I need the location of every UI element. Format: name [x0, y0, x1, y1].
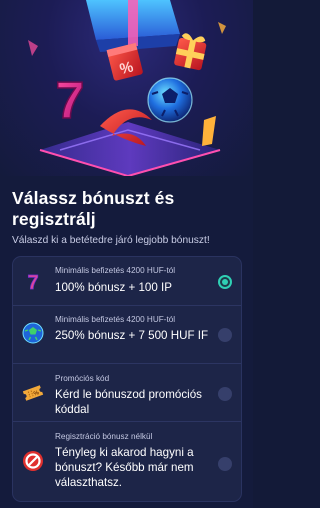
bonus-option-promo-code[interactable]: % Promóciós kód Kérd le bónuszod promóci…: [13, 364, 241, 422]
hero-illustration: % 7: [28, 0, 226, 176]
svg-text:7: 7: [56, 72, 85, 130]
radio-button-selected[interactable]: [218, 275, 232, 289]
platform-shape: [39, 122, 221, 176]
bonus-option-100-percent[interactable]: 7 Minimális befizetés 4200 HUF-tól 100% …: [13, 257, 241, 306]
option-requirement: Regisztráció bónusz nélkül: [55, 432, 153, 441]
option-label: Tényleg ki akarod hagyni a bónuszt? Késő…: [55, 446, 194, 489]
soccer-ball-icon: [147, 77, 193, 123]
seven-icon: 7: [55, 71, 85, 131]
bonus-selection-page: % 7 Válassz bónuszt és regisztrálj Válas…: [0, 0, 253, 508]
option-requirement: Minimális befizetés 4200 HUF-tól: [55, 315, 176, 324]
option-requirement: Minimális befizetés 4200 HUF-tól: [55, 266, 176, 275]
hero-banner: % 7: [0, 0, 253, 176]
soccer-ball-icon: [22, 322, 44, 344]
option-label: Kérd le bónuszod promóciós kóddal: [55, 388, 202, 416]
bonus-options-list: 7 Minimális befizetés 4200 HUF-tól 100% …: [12, 256, 242, 502]
option-label: 100% bónusz + 100 IP: [55, 281, 172, 294]
ticket-icon: %: [22, 385, 44, 401]
no-bonus-icon: [23, 451, 43, 471]
radio-button[interactable]: [218, 387, 232, 401]
bonus-option-no-bonus[interactable]: Regisztráció bónusz nélkül Tényleg ki ak…: [13, 422, 241, 501]
option-requirement: Promóciós kód: [55, 374, 110, 383]
radio-button[interactable]: [218, 457, 232, 471]
page-title: Válassz bónuszt és regisztrálj: [12, 188, 175, 229]
bonus-option-250-percent[interactable]: Minimális befizetés 4200 HUF-tól 250% bó…: [13, 306, 241, 364]
option-label: 250% bónusz + 7 500 HUF IF: [55, 329, 209, 342]
svg-text:7: 7: [27, 272, 38, 293]
page-subtitle: Válaszd ki a betétedre járó legjobb bónu…: [12, 235, 210, 246]
small-gift-icon: [174, 33, 207, 71]
radio-button[interactable]: [218, 328, 232, 342]
seven-icon: 7: [27, 272, 39, 293]
